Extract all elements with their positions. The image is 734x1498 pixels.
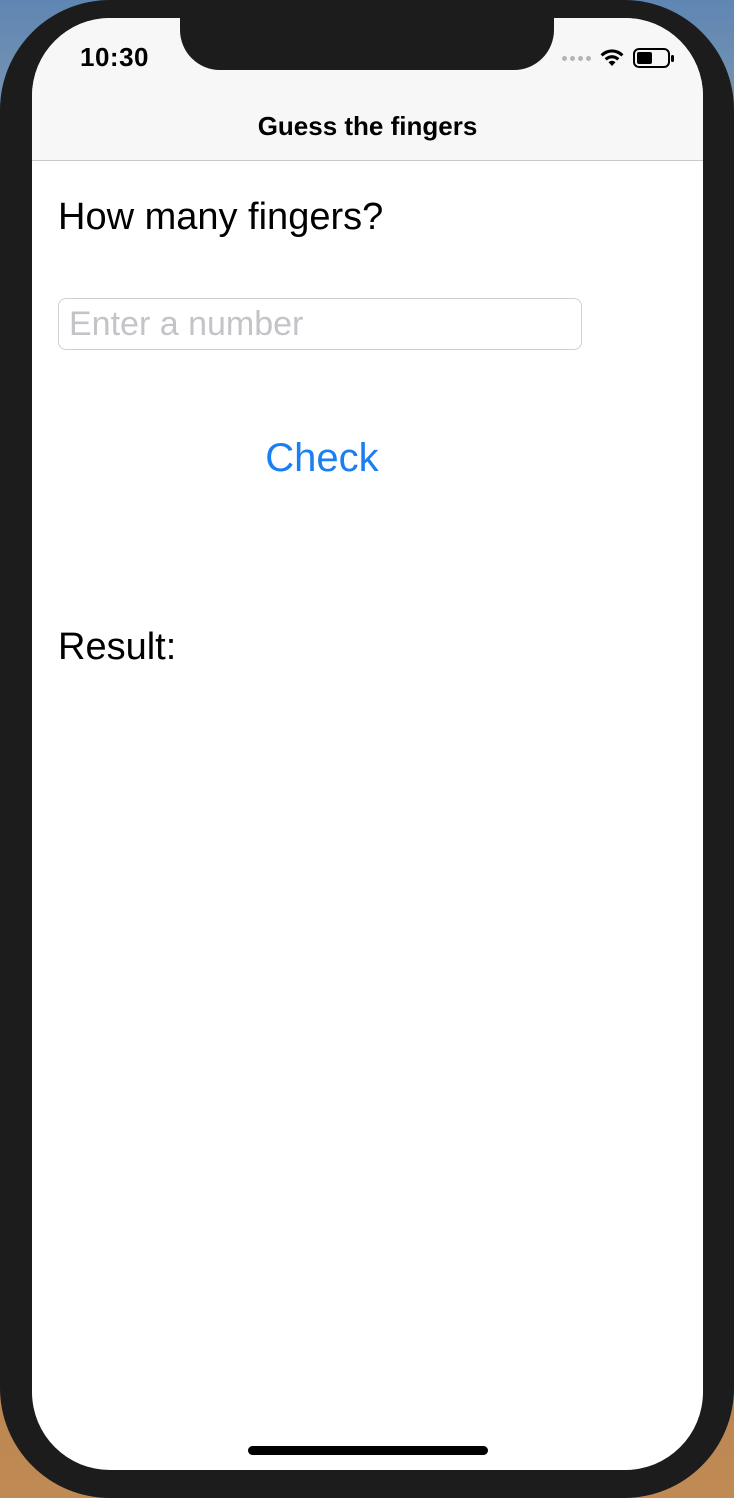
status-indicators	[562, 46, 675, 70]
navigation-bar: Guess the fingers	[32, 96, 703, 161]
result-label: Result:	[58, 626, 177, 668]
signal-icon	[562, 55, 591, 61]
number-input[interactable]	[58, 298, 582, 350]
status-time: 10:30	[80, 42, 149, 72]
question-label: How many fingers?	[58, 196, 384, 238]
phone-screen: 10:30 Guess the fingers How many fingers…	[32, 18, 703, 1470]
check-button[interactable]: Check	[232, 430, 412, 486]
notch	[180, 18, 554, 70]
nav-title: Guess the fingers	[257, 110, 478, 141]
phone-frame: 10:30 Guess the fingers How many fingers…	[0, 0, 734, 1498]
home-indicator[interactable]	[248, 1446, 488, 1455]
wifi-icon	[600, 49, 624, 66]
battery-icon	[633, 48, 674, 68]
